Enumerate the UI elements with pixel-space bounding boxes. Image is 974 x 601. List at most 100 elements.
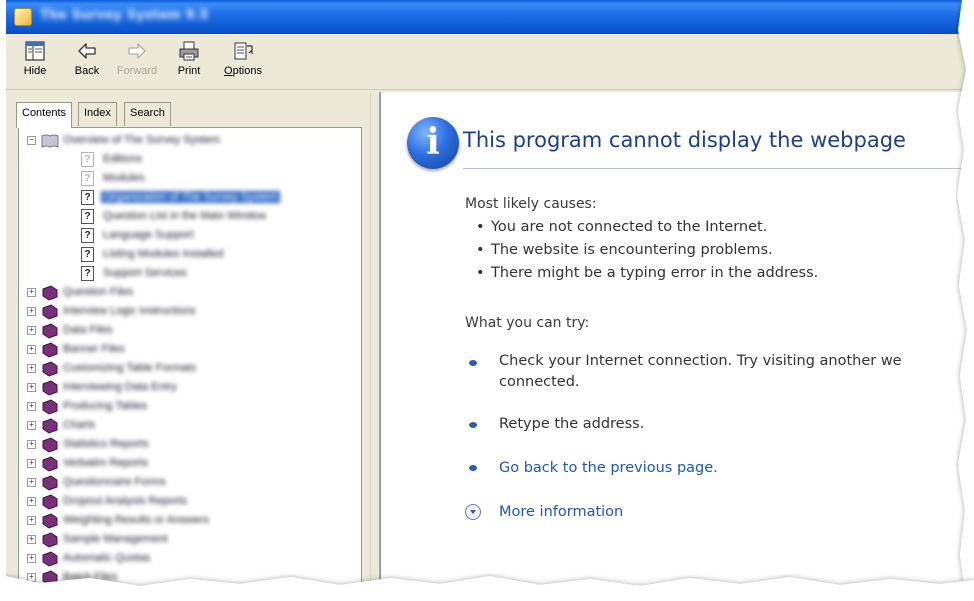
- help-page-icon: ?: [81, 190, 94, 205]
- tree-topic[interactable]: ? Modules: [19, 170, 359, 189]
- expand-icon[interactable]: +: [27, 288, 36, 297]
- options-button[interactable]: Options: [220, 40, 266, 86]
- causes-title: Most likely causes:: [465, 196, 597, 212]
- print-button[interactable]: Print: [166, 40, 212, 86]
- pane-splitter[interactable]: [370, 92, 380, 601]
- tree-book[interactable]: + Interview Logic Instructions: [19, 303, 359, 322]
- try-item: Retype the address.: [499, 416, 645, 432]
- tab-index[interactable]: Index: [78, 102, 117, 126]
- tree-topic[interactable]: ? Editions: [19, 151, 359, 170]
- navigation-pane: Contents Index Search − Overview of The …: [8, 92, 370, 601]
- tree-book[interactable]: + Charts: [19, 417, 359, 436]
- options-button-label: Options: [224, 65, 262, 77]
- expand-more-icon[interactable]: [465, 504, 481, 520]
- closed-book-icon: [42, 437, 58, 453]
- tree-book[interactable]: + Banner Files: [19, 341, 359, 360]
- hide-button[interactable]: Hide: [12, 40, 58, 86]
- forward-arrow-icon: [128, 43, 146, 59]
- title-bar[interactable]: The Survey System 9.5: [6, 0, 974, 34]
- window-title: The Survey System 9.5: [40, 8, 209, 23]
- try-title: What you can try:: [465, 315, 590, 331]
- tab-contents[interactable]: Contents: [16, 102, 73, 128]
- expand-icon[interactable]: +: [27, 421, 36, 430]
- tree-book[interactable]: + Customizing Table Formats: [19, 360, 359, 379]
- contents-tree[interactable]: − Overview of The Survey System ? Editio…: [18, 127, 362, 601]
- forward-button[interactable]: Forward: [114, 40, 160, 86]
- closed-book-icon: [42, 323, 58, 339]
- expand-icon[interactable]: +: [27, 459, 36, 468]
- tab-search[interactable]: Search: [124, 102, 171, 126]
- tree-book[interactable]: + Weighting Results or Answers: [19, 512, 359, 531]
- back-button[interactable]: Back: [64, 40, 110, 86]
- expand-icon[interactable]: +: [27, 554, 36, 563]
- options-icon: [234, 42, 253, 60]
- tree-book[interactable]: + Automatic Quotas: [19, 550, 359, 569]
- tree-book[interactable]: + Interviewing Data Entry: [19, 379, 359, 398]
- expand-icon[interactable]: +: [27, 478, 36, 487]
- cause-item: The website is encountering problems.: [476, 242, 773, 258]
- tree-book-label: Banner Files: [63, 343, 125, 355]
- expand-icon[interactable]: +: [27, 573, 36, 582]
- expand-icon[interactable]: +: [27, 402, 36, 411]
- tree-topic[interactable]: ? Question List in the Main Window: [19, 208, 359, 227]
- tree-book-label: Dropout Analysis Reports: [63, 495, 188, 507]
- page-heading: This program cannot display the webpage: [463, 128, 906, 152]
- tree-book-label: Interviewing Data Entry: [63, 381, 177, 393]
- help-page-icon: ?: [81, 209, 94, 224]
- tree-book[interactable]: + Producing Tables: [19, 398, 359, 417]
- forward-button-label: Forward: [116, 65, 158, 77]
- closed-book-icon: [42, 532, 58, 548]
- tree-topic[interactable]: ? Language Support: [19, 227, 359, 246]
- help-page-icon: ?: [81, 171, 94, 186]
- tree-topic[interactable]: ? Listing Modules Installed: [19, 246, 359, 265]
- tree-book[interactable]: + Verbatim Reports: [19, 455, 359, 474]
- bullet-icon: [469, 360, 477, 366]
- expand-icon[interactable]: +: [27, 307, 36, 316]
- expand-icon[interactable]: +: [27, 326, 36, 335]
- closed-book-icon: [42, 494, 58, 510]
- tree-root[interactable]: − Overview of The Survey System: [19, 132, 359, 151]
- try-item: Check your Internet connection. Try visi…: [499, 351, 902, 393]
- tree-topic[interactable]: ? Support Services: [19, 265, 359, 284]
- tree-book-label: Data Files: [63, 324, 113, 336]
- help-app-icon: [14, 8, 32, 26]
- tree-book[interactable]: + Sample Management: [19, 531, 359, 550]
- help-page-icon: ?: [81, 228, 94, 243]
- expand-icon[interactable]: +: [27, 516, 36, 525]
- back-arrow-icon: [78, 43, 96, 59]
- collapse-icon[interactable]: −: [27, 136, 36, 145]
- tree-book[interactable]: + Statistics Reports: [19, 436, 359, 455]
- expand-icon[interactable]: +: [27, 364, 36, 373]
- tree-book-label: Weighting Results or Answers: [63, 514, 209, 526]
- expand-icon[interactable]: +: [27, 497, 36, 506]
- tree-book-label: Question Files: [63, 286, 134, 298]
- expand-icon[interactable]: +: [27, 383, 36, 392]
- tree-book[interactable]: + Data Files: [19, 322, 359, 341]
- more-information-link[interactable]: More information: [499, 504, 623, 520]
- info-icon: i: [407, 117, 459, 169]
- tree-book[interactable]: + Questionnaire Forms: [19, 474, 359, 493]
- closed-book-icon: [42, 285, 58, 301]
- tree-topic-label: Organization of The Survey System: [101, 191, 281, 203]
- tree-book[interactable]: + Batch Files: [19, 569, 359, 588]
- tree-book-label: Questionnaire Forms: [63, 476, 166, 488]
- expand-icon[interactable]: +: [27, 345, 36, 354]
- tree-book[interactable]: + Dropout Analysis Reports: [19, 493, 359, 512]
- expand-icon[interactable]: +: [27, 440, 36, 449]
- help-page-icon: ?: [81, 247, 94, 262]
- tree-book-label: Verbatim Reports: [63, 457, 148, 469]
- closed-book-icon: [42, 475, 58, 491]
- closed-book-icon: [42, 551, 58, 567]
- expand-icon[interactable]: +: [27, 535, 36, 544]
- tree-book[interactable]: + Question Files: [19, 284, 359, 303]
- hide-button-label: Hide: [23, 65, 47, 77]
- tree-book-label: Producing Tables: [63, 400, 148, 412]
- tree-topic-label: Question List in the Main Window: [103, 210, 267, 222]
- tree-book-label: Interview Logic Instructions: [63, 305, 196, 317]
- tree-topic-label: Modules: [103, 172, 145, 184]
- toolbar: Hide Back Forward Print Options: [6, 34, 974, 90]
- content-pane: i This program cannot display the webpag…: [380, 92, 974, 601]
- tree-topic-label: Editions: [103, 153, 143, 165]
- go-back-link[interactable]: Go back to the previous page.: [499, 458, 718, 479]
- tree-topic-selected[interactable]: ? Organization of The Survey System: [19, 189, 359, 208]
